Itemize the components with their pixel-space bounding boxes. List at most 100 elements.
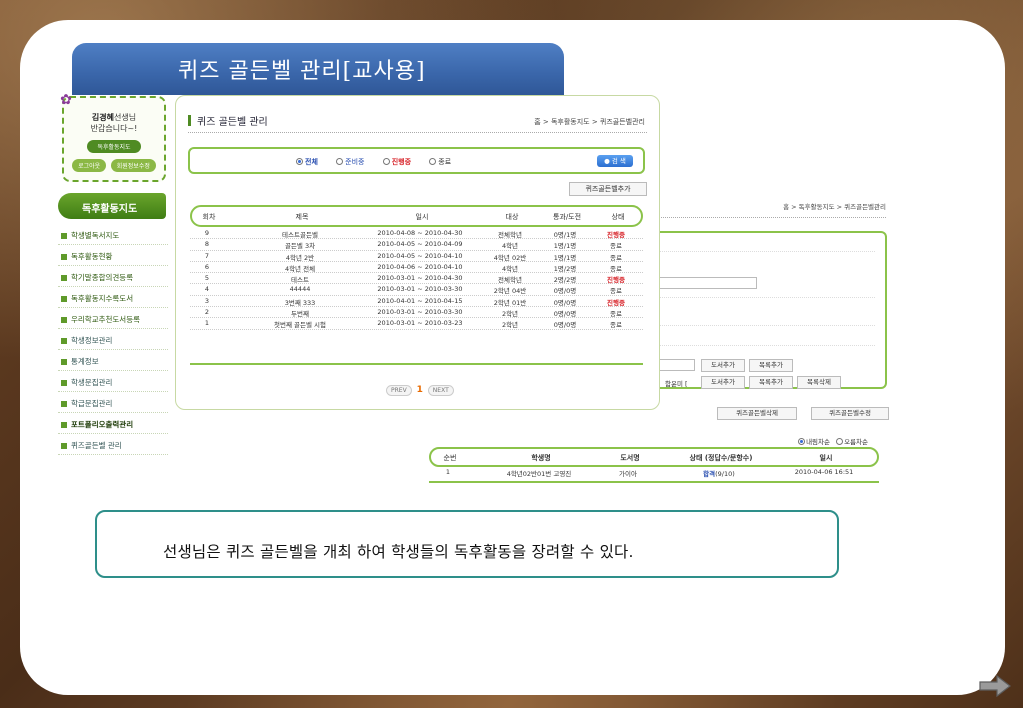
- sidebar-item[interactable]: 학생별독서지도: [58, 224, 168, 245]
- user-greeting: 김경혜선생님 반갑습니다~!: [64, 112, 164, 134]
- edit-quiz-button[interactable]: 퀴즈골든벨수정: [811, 407, 889, 420]
- divider: [659, 325, 875, 326]
- table-cell: 2010-04-01 ~ 2010-04-15: [377, 296, 463, 305]
- table-cell: 첫번째 골든벨 시험: [274, 321, 326, 330]
- column-header: 회차: [202, 213, 216, 221]
- table-row[interactable]: 1 첫번째 골든벨 시험 2010-03-01 ~ 2010-03-23 2학년 0명/…: [190, 318, 643, 330]
- column-header: 통과/도전: [552, 213, 582, 221]
- radio-asc[interactable]: [836, 438, 844, 445]
- table-cell: 골든벨 3차: [284, 242, 316, 251]
- table-row[interactable]: 5 테스트 2010-03-01 ~ 2010-04-30 전체학년 2명/2명 진행중: [190, 273, 643, 285]
- table-cell: 2학년: [501, 310, 519, 319]
- table-cell: 2010-04-08 ~ 2010-04-30: [377, 229, 463, 237]
- text-input[interactable]: [659, 277, 757, 289]
- divider: [429, 481, 879, 483]
- search-button[interactable]: ● 검 색: [597, 155, 633, 167]
- list-delete-button[interactable]: 목록삭제: [797, 376, 841, 389]
- text-input[interactable]: [659, 359, 695, 371]
- next-button[interactable]: NEXT: [427, 385, 454, 396]
- page-number[interactable]: 1: [417, 385, 423, 395]
- book-add-button[interactable]: 도서추가: [701, 359, 745, 372]
- table-row[interactable]: 7 4학년 2반 2010-04-05 ~ 2010-04-10 4학년 02반 1명/…: [190, 251, 643, 262]
- radio-all[interactable]: 전체: [296, 158, 326, 166]
- flower-icon: ✿: [60, 92, 72, 108]
- prev-button[interactable]: PREV: [386, 385, 412, 396]
- column-header: 상태 (정답수/문항수): [689, 454, 753, 462]
- next-slide-arrow-icon[interactable]: [978, 675, 1012, 697]
- table-cell: 전체학년: [498, 231, 522, 239]
- sidebar-item[interactable]: 우리학교추천도서등록: [58, 308, 168, 329]
- sidebar-item[interactable]: 독후활동현황: [58, 245, 168, 266]
- table-cell: 2: [204, 308, 210, 317]
- sidebar-item[interactable]: 학급문집관리: [58, 392, 168, 413]
- bullet-icon: [61, 401, 67, 407]
- divider: [188, 132, 647, 133]
- table-cell: 3: [204, 296, 210, 305]
- table-cell: 1명/1명: [553, 242, 577, 251]
- bullet-icon: [61, 359, 67, 365]
- book-add-button[interactable]: 도서추가: [701, 376, 745, 389]
- table-cell: 0명/0명: [553, 321, 577, 330]
- column-header: 제목: [295, 213, 309, 221]
- bullet-icon: [61, 338, 67, 344]
- sidebar-item[interactable]: 퀴즈골든벨 관리: [58, 434, 168, 455]
- status-filter: 전체 준비중 진행중 종료 ● 검 색: [188, 147, 645, 174]
- table-cell: 2010-04-06 ~ 2010-04-10: [377, 262, 463, 271]
- table-cell: 종료: [610, 310, 622, 319]
- table-row[interactable]: 1 4학년02반01번 고영진 가이아 합격(9/10) 2010-04-06 …: [429, 467, 879, 479]
- radio-icon: [336, 158, 344, 165]
- sidebar-item[interactable]: 학생정보관리: [58, 329, 168, 350]
- table-cell: 테스트골든벨: [282, 231, 318, 239]
- table-cell: 진행중: [607, 298, 625, 307]
- sort-order: 내림차순 오름차순: [794, 436, 868, 446]
- sidebar-item[interactable]: 통계정보: [58, 350, 168, 371]
- table-cell: 0명/1명: [553, 231, 577, 239]
- table-cell: 종료: [610, 287, 622, 296]
- bullet-icon: [61, 380, 67, 386]
- table-row[interactable]: 3 3번째 333 2010-04-01 ~ 2010-04-15 2학년 01반 0명…: [190, 296, 643, 308]
- sidebar-item[interactable]: 학기말종합의견등록: [58, 266, 168, 287]
- reading-guide-button[interactable]: 독후활동지도: [87, 140, 141, 153]
- table-cell: 전체학년: [498, 276, 522, 285]
- table-row[interactable]: 6 4학년 전체 2010-04-06 ~ 2010-04-10 4학년 1명/2명 종료: [190, 262, 643, 274]
- radio-ready[interactable]: 준비중: [336, 158, 372, 166]
- table-cell: 2학년 04반: [493, 287, 527, 296]
- student-label: 함윤미 [: [665, 380, 688, 388]
- table-cell: 2010-03-01 ~ 2010-03-30: [377, 285, 463, 294]
- table-cell: 진행중: [607, 231, 625, 239]
- table-row[interactable]: 9 테스트골든벨 2010-04-08 ~ 2010-04-30 전체학년 0명/1명 진…: [190, 228, 643, 240]
- table-cell: 7: [204, 251, 210, 260]
- table-cell: 0명/0명: [553, 298, 577, 307]
- logout-button[interactable]: 로그아웃: [72, 159, 107, 172]
- user-name: 김경혜: [91, 113, 114, 122]
- table-cell: 1: [204, 319, 210, 328]
- bullet-icon: [61, 422, 67, 428]
- add-quiz-button[interactable]: 퀴즈골든벨추가: [569, 182, 647, 196]
- list-add-button[interactable]: 목록추가: [749, 359, 793, 372]
- table-cell: 44444: [289, 285, 311, 294]
- divider: [659, 297, 875, 298]
- table-row[interactable]: 2 두번째 2010-03-01 ~ 2010-03-30 2학년 0명/0명 종료: [190, 307, 643, 319]
- sidebar-item[interactable]: 학생문집관리: [58, 371, 168, 392]
- delete-quiz-button[interactable]: 퀴즈골든벨삭제: [717, 407, 797, 420]
- bullet-icon: [61, 443, 67, 449]
- radio-ended[interactable]: 종료: [429, 158, 459, 166]
- user-title: 선생님: [114, 113, 137, 122]
- sidebar-item[interactable]: 독후활동지수록도서: [58, 287, 168, 308]
- table-cell: 3번째 333: [284, 298, 316, 307]
- title-bar-icon: [188, 115, 191, 126]
- table-cell: 테스트: [291, 276, 309, 285]
- table-row[interactable]: 4 44444 2010-03-01 ~ 2010-03-30 2학년 04반 0명/0…: [190, 284, 643, 296]
- sidebar-item[interactable]: 포트폴리오출력관리: [58, 413, 168, 434]
- bullet-icon: [61, 275, 67, 281]
- panel-title: 퀴즈 골든벨 관리: [188, 113, 268, 128]
- table-row[interactable]: 8 골든벨 3차 2010-04-05 ~ 2010-04-09 4학년 1명/1명 종료: [190, 239, 643, 251]
- radio-in-progress[interactable]: 진행중: [382, 158, 419, 166]
- divider: [190, 363, 643, 365]
- radio-desc[interactable]: [798, 438, 806, 445]
- table-cell: 2010-04-05 ~ 2010-04-10: [377, 251, 463, 260]
- column-header: 학생명: [531, 454, 551, 462]
- bullet-icon: [61, 296, 67, 302]
- edit-profile-button[interactable]: 회원정보수정: [110, 159, 156, 172]
- list-add-button[interactable]: 목록추가: [749, 376, 793, 389]
